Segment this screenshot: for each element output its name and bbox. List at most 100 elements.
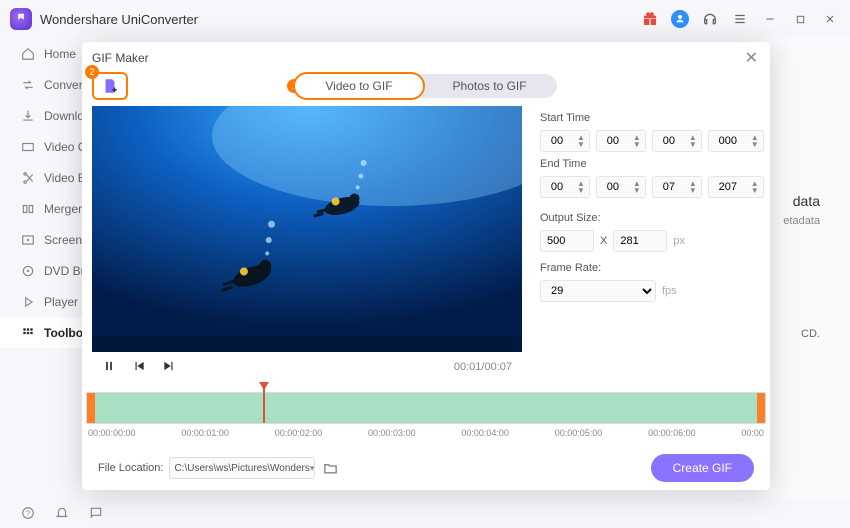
- sidebar-item-label: Screen Recorder: [44, 233, 85, 247]
- stepper-arrows-icon[interactable]: ▲▼: [747, 180, 763, 194]
- record-icon: [20, 232, 36, 248]
- stepper-arrows-icon[interactable]: ▲▼: [629, 180, 645, 194]
- timeline-track[interactable]: [86, 392, 766, 424]
- pause-icon[interactable]: [102, 359, 116, 376]
- headset-icon[interactable]: [700, 9, 720, 29]
- end-hours-input[interactable]: [541, 181, 573, 193]
- add-media-button[interactable]: 2: [92, 72, 128, 100]
- sidebar-item-compressor[interactable]: Video Compressor: [0, 131, 85, 162]
- sidebar-item-toolbox[interactable]: Toolbox: [0, 317, 85, 348]
- close-icon[interactable]: [820, 9, 840, 29]
- start-ms-input[interactable]: [709, 135, 747, 147]
- stepper-arrows-icon[interactable]: ▲▼: [747, 134, 763, 148]
- output-width-input[interactable]: [540, 230, 594, 252]
- stepper-arrows-icon[interactable]: ▲▼: [629, 134, 645, 148]
- minimize-icon[interactable]: [760, 9, 780, 29]
- menu-icon[interactable]: [730, 9, 750, 29]
- stepper-arrows-icon[interactable]: ▲▼: [573, 180, 589, 194]
- file-location-select[interactable]: C:\Users\ws\Pictures\Wonders ▾: [169, 457, 315, 479]
- frame-rate-select[interactable]: 29: [540, 280, 656, 302]
- svg-text:?: ?: [26, 510, 30, 517]
- playback-controls: 00:01/00:07: [92, 352, 522, 378]
- statusbar: ?: [0, 498, 850, 528]
- tab-photos-to-gif[interactable]: Photos to GIF: [423, 74, 557, 98]
- end-hours[interactable]: ▲▼: [540, 176, 590, 198]
- help-icon[interactable]: ?: [20, 505, 36, 521]
- feedback-icon[interactable]: [88, 505, 104, 521]
- tick-label: 00:00:00:00: [88, 428, 136, 438]
- stepper-arrows-icon[interactable]: ▲▼: [685, 180, 701, 194]
- time-display: 00:01/00:07: [454, 361, 512, 373]
- file-location-label: File Location:: [98, 462, 163, 474]
- sidebar-item-label: Toolbox: [44, 326, 85, 340]
- sidebar-item-downloader[interactable]: Downloader: [0, 100, 85, 131]
- trim-handle-end[interactable]: [757, 393, 765, 423]
- mode-tabs: 1 Video to GIF Photos to GIF: [295, 74, 556, 98]
- sidebar-item-home[interactable]: Home: [0, 38, 85, 69]
- start-hours[interactable]: ▲▼: [540, 130, 590, 152]
- sidebar-item-converter[interactable]: Converter: [0, 69, 85, 100]
- start-minutes-input[interactable]: [597, 135, 629, 147]
- x-symbol: X: [600, 235, 607, 247]
- end-seconds-input[interactable]: [653, 181, 685, 193]
- bell-icon[interactable]: [54, 505, 70, 521]
- next-icon[interactable]: [162, 359, 176, 376]
- sidebar: Home Converter Downloader Video Compress…: [0, 38, 85, 498]
- badge-add: 2: [85, 65, 99, 79]
- play-icon: [20, 294, 36, 310]
- output-size-label: Output Size:: [540, 212, 764, 224]
- gift-icon[interactable]: [640, 9, 660, 29]
- timeline-ticks: 00:00:00:00 00:00:01:00 00:00:02:00 00:0…: [86, 428, 766, 438]
- sidebar-item-dvd[interactable]: DVD Burner: [0, 255, 85, 286]
- start-minutes[interactable]: ▲▼: [596, 130, 646, 152]
- playhead[interactable]: [263, 383, 265, 423]
- tick-label: 00:00:06:00: [648, 428, 696, 438]
- home-icon: [20, 46, 36, 62]
- timeline[interactable]: 00:00:00:00 00:00:01:00 00:00:02:00 00:0…: [86, 392, 766, 438]
- sidebar-item-label: Video Compressor: [44, 140, 85, 154]
- sidebar-item-label: Merger: [44, 202, 82, 216]
- output-height-input[interactable]: [613, 230, 667, 252]
- download-icon: [20, 108, 36, 124]
- sidebar-item-player[interactable]: Player: [0, 286, 85, 317]
- tab-video-to-gif[interactable]: Video to GIF: [293, 72, 424, 100]
- end-ms[interactable]: ▲▼: [708, 176, 764, 198]
- prev-icon[interactable]: [132, 359, 146, 376]
- end-minutes[interactable]: ▲▼: [596, 176, 646, 198]
- tick-label: 00:00:03:00: [368, 428, 416, 438]
- start-time-label: Start Time: [540, 112, 764, 124]
- end-seconds[interactable]: ▲▼: [652, 176, 702, 198]
- trim-handle-start[interactable]: [87, 393, 95, 423]
- stepper-arrows-icon[interactable]: ▲▼: [685, 134, 701, 148]
- sidebar-item-label: Downloader: [44, 109, 85, 123]
- start-seconds[interactable]: ▲▼: [652, 130, 702, 152]
- start-ms[interactable]: ▲▼: [708, 130, 764, 152]
- panel-close-icon[interactable]: ✕: [743, 46, 760, 70]
- app-logo: [10, 8, 32, 30]
- titlebar: Wondershare UniConverter: [0, 0, 850, 38]
- scissors-icon: [20, 170, 36, 186]
- stepper-arrows-icon[interactable]: ▲▼: [573, 134, 589, 148]
- gif-maker-panel: GIF Maker ✕ 2 1 Video to GIF Photos to G…: [82, 42, 770, 490]
- frame-rate-label: Frame Rate:: [540, 262, 764, 274]
- video-preview[interactable]: [92, 106, 522, 352]
- grid-icon: [20, 325, 36, 341]
- end-minutes-input[interactable]: [597, 181, 629, 193]
- convert-icon: [20, 77, 36, 93]
- tick-label: 00:00:04:00: [461, 428, 509, 438]
- create-gif-button[interactable]: Create GIF: [651, 454, 754, 482]
- end-time-label: End Time: [540, 158, 764, 170]
- sidebar-item-merger[interactable]: Merger: [0, 193, 85, 224]
- merge-icon: [20, 201, 36, 217]
- sidebar-item-recorder[interactable]: Screen Recorder: [0, 224, 85, 255]
- start-hours-input[interactable]: [541, 135, 573, 147]
- maximize-icon[interactable]: [790, 9, 810, 29]
- settings-pane: Start Time ▲▼ ▲▼ ▲▼ ▲▼ End Time ▲▼ ▲▼ ▲▼…: [522, 106, 764, 378]
- open-folder-icon[interactable]: [321, 459, 339, 477]
- user-avatar-icon[interactable]: [670, 9, 690, 29]
- tick-label: 00:00:01:00: [181, 428, 229, 438]
- end-ms-input[interactable]: [709, 181, 747, 193]
- sidebar-item-editor[interactable]: Video Editor: [0, 162, 85, 193]
- start-seconds-input[interactable]: [653, 135, 685, 147]
- background-note: CD.: [801, 328, 820, 340]
